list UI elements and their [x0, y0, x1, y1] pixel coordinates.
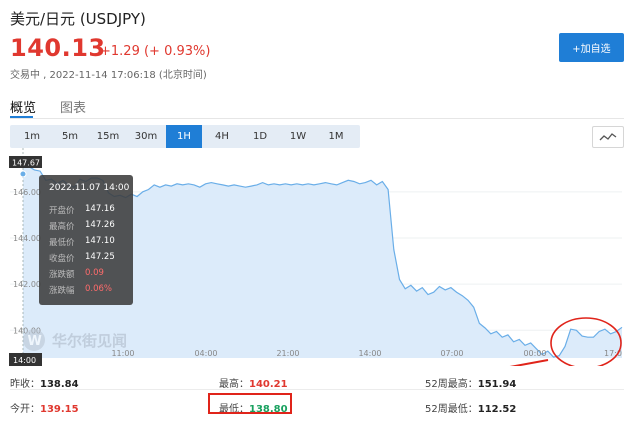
stat-52w-low: 52周最低：112.52 — [425, 400, 516, 415]
y-tick-label: 144.00 — [13, 234, 41, 243]
tooltip-row-change-pct: 涨跌幅 0.06% — [49, 284, 112, 296]
period-1w[interactable]: 1W — [280, 125, 316, 148]
line-chart-icon — [599, 133, 617, 141]
x-tick-label: 04:00 — [194, 349, 217, 358]
chart-type-button[interactable] — [592, 126, 624, 148]
x-tick-label: 21:00 — [276, 349, 299, 358]
watermark-text: 华尔街见闻 — [52, 332, 127, 350]
price-change: +1.29 (+ 0.93%) — [100, 44, 211, 59]
svg-text:W: W — [28, 334, 42, 349]
period-1mo[interactable]: 1M — [318, 125, 354, 148]
tooltip-key: 涨跌额 — [49, 270, 75, 280]
cursor-value: 147.67 — [12, 159, 40, 168]
tooltip-value: 147.16 — [85, 204, 115, 214]
tooltip-value: 147.26 — [85, 220, 115, 230]
instrument-title: 美元/日元 (USDJPY) — [10, 10, 146, 28]
period-1d[interactable]: 1D — [242, 125, 278, 148]
trading-status: 交易中 , 2022-11-14 17:06:18 (北京时间) — [10, 70, 207, 81]
tooltip-date: 2022.11.07 14:00 — [49, 183, 130, 193]
tab-overview[interactable]: 概览 — [10, 97, 36, 116]
annotation-highlight-box — [208, 393, 292, 414]
stats-divider — [10, 389, 624, 390]
tooltip-key: 最高价 — [49, 222, 75, 232]
tooltip-key: 收盘价 — [49, 254, 75, 264]
period-30m[interactable]: 30m — [128, 125, 164, 148]
x-tick-label: 07:00 — [440, 349, 463, 358]
period-1m[interactable]: 1m — [14, 125, 50, 148]
x-tick-label: 00:00 — [523, 349, 546, 358]
tooltip-key: 最低价 — [49, 238, 75, 248]
tooltip-key: 开盘价 — [49, 206, 75, 216]
tooltip-row-high: 最高价 147.26 — [49, 220, 115, 232]
add-to-watchlist-button[interactable]: +加自选 — [559, 33, 624, 62]
tooltip-value: 147.10 — [85, 236, 115, 246]
stat-label: 今开： — [10, 404, 40, 415]
tooltip-key: 涨跌幅 — [49, 286, 75, 296]
tooltip-value: 0.06% — [85, 284, 113, 294]
y-tick-label: 142.00 — [13, 280, 41, 289]
tooltip-value: 147.25 — [85, 252, 115, 262]
cursor-time: 14:00 — [13, 356, 36, 365]
period-5m[interactable]: 5m — [52, 125, 88, 148]
stat-high: 最高：140.21 — [219, 375, 288, 390]
watermark-logo: W 华尔街见闻 — [23, 329, 127, 351]
tabs-divider — [10, 118, 624, 119]
ohlc-tooltip: 2022.11.07 14:00 开盘价 147.16 最高价 147.26 最低价… — [39, 175, 133, 305]
period-4h[interactable]: 4H — [204, 125, 240, 148]
stat-label: 52周最低： — [425, 404, 478, 415]
tooltip-row-low: 最低价 147.10 — [49, 236, 115, 248]
annotation-arrow-line — [509, 359, 549, 366]
tab-chart[interactable]: 图表 — [60, 97, 86, 116]
stat-value: 112.52 — [477, 404, 517, 415]
y-tick-label: 146.00 — [13, 188, 41, 197]
tooltip-row-close: 收盘价 147.25 — [49, 252, 115, 264]
tooltip-value: 0.09 — [85, 268, 104, 278]
period-selector: 1m 5m 15m 30m 1H 4H 1D 1W 1M — [10, 125, 360, 148]
x-tick-label: 14:00 — [358, 349, 381, 358]
period-1h[interactable]: 1H — [166, 125, 202, 148]
stat-prev-close: 昨收：138.84 — [10, 375, 79, 390]
last-price: 140.13 — [10, 34, 106, 62]
stat-open: 今开：139.15 — [10, 400, 79, 415]
x-tick-label: 11:00 — [111, 349, 134, 358]
stat-value: 139.15 — [40, 404, 79, 415]
tooltip-row-change: 涨跌额 0.09 — [49, 268, 104, 280]
stat-52w-high: 52周最高：151.94 — [425, 375, 516, 390]
period-15m[interactable]: 15m — [90, 125, 126, 148]
tooltip-row-open: 开盘价 147.16 — [49, 204, 115, 216]
crosshair-dot — [19, 170, 27, 178]
